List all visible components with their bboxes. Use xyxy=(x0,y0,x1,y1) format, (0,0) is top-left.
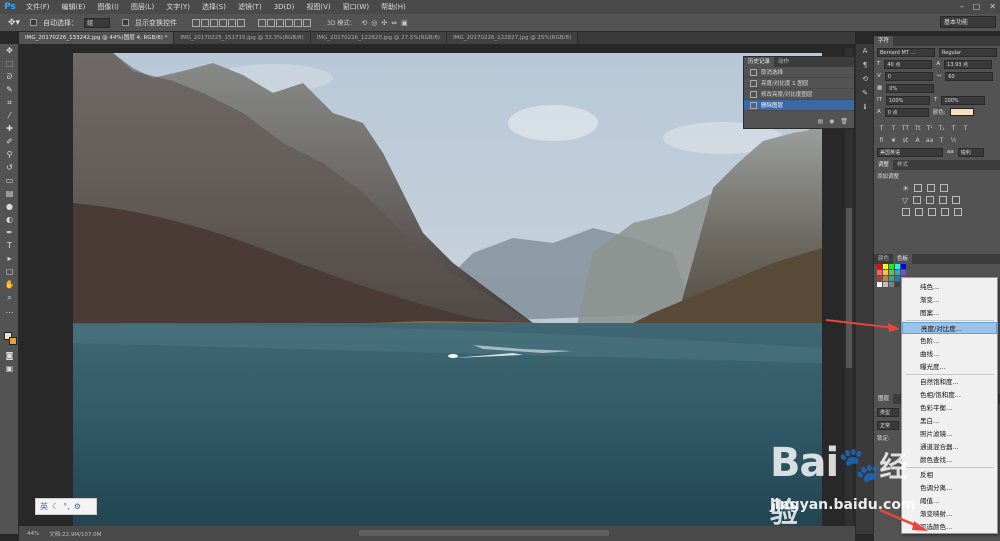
arrow-to-brightness-contrast xyxy=(825,319,896,329)
arrow-head xyxy=(888,323,900,332)
watermark-url: jingyan.baidu.com xyxy=(770,497,916,513)
baidu-jingyan-watermark: Bai🐾经验 jingyan.baidu.com xyxy=(770,432,930,532)
paw-icon: 🐾 xyxy=(838,445,880,485)
watermark-brand: Bai🐾经验 xyxy=(770,440,908,529)
